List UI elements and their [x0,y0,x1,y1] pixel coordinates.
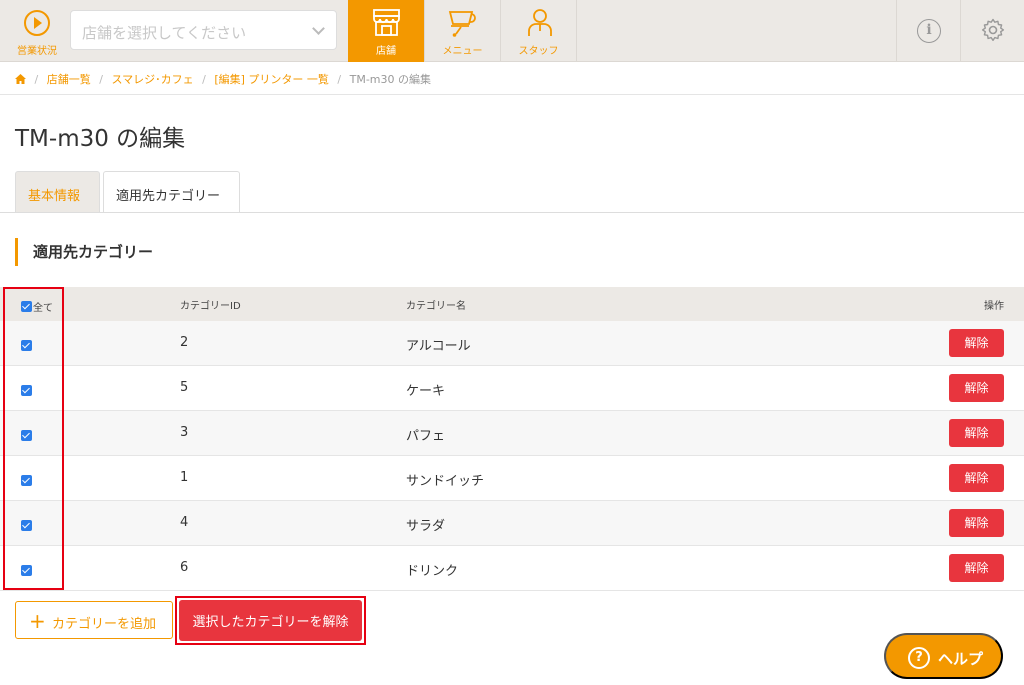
table-row: 5 ケーキ 解除 [0,366,1024,411]
release-button[interactable]: 解除 [949,329,1004,357]
row-category-name: サラダ [406,519,446,534]
breadcrumb-store-list[interactable]: 店舗一覧 [47,73,91,86]
row-category-name: アルコール [406,339,471,354]
help-button[interactable]: ? ヘルプ [884,633,1003,679]
divider [0,94,1024,95]
row-action: 解除 [949,509,1004,537]
staff-icon [528,9,552,36]
nav-item-menu[interactable]: メニュー [425,0,501,62]
plus-icon: + [29,609,46,633]
row-action: 解除 [949,419,1004,447]
highlight-checkbox-column [3,287,64,590]
nav-item-store-label: 店舗 [376,46,396,57]
add-category-label: カテゴリーを追加 [52,617,157,632]
row-category-id: 6 [180,560,189,575]
row-category-id: 3 [180,425,189,440]
breadcrumb-store[interactable]: スマレジ･カフェ [111,73,193,86]
add-category-button[interactable]: + カテゴリーを追加 [15,601,173,639]
row-category-id: 4 [180,515,189,530]
table-row: 6 ドリンク 解除 [0,546,1024,591]
breadcrumb-printer-list[interactable]: [編集] プリンター 一覧 [214,73,329,86]
nav-item-staff[interactable]: スタッフ [501,0,577,62]
nav-item-staff-label: スタッフ [518,46,559,57]
release-button[interactable]: 解除 [949,464,1004,492]
page-title: TM-m30 の編集 [15,126,186,152]
nav-sales-status[interactable]: 営業状況 [0,0,70,62]
tab-applied-categories[interactable]: 適用先カテゴリー [103,171,240,213]
release-button[interactable]: 解除 [949,419,1004,447]
store-select-placeholder: 店舗を選択してください [82,24,247,42]
question-icon: ? [908,647,930,669]
tab-basic-info[interactable]: 基本情報 [15,171,100,212]
category-table: 全て カテゴリーID カテゴリー名 操作 2 アルコール 解除 5 ケーキ 解除 3 パフェ解… [0,287,1024,591]
row-category-name: パフェ [406,429,446,444]
info-icon: i [917,19,941,43]
header-category-name: カテゴリー名 [406,301,466,312]
breadcrumb-current: TM-m30 の編集 [349,73,432,86]
header-operation: 操作 [984,301,1004,312]
store-select[interactable]: 店舗を選択してください [70,10,337,50]
row-category-id: 2 [180,335,189,350]
breadcrumb-separator: / [99,73,103,86]
table-row: 4 サラダ 解除 [0,501,1024,546]
row-action: 解除 [949,329,1004,357]
table-header: 全て カテゴリーID カテゴリー名 操作 [0,287,1024,321]
home-icon[interactable] [15,74,26,84]
release-button[interactable]: 解除 [949,374,1004,402]
breadcrumb: / 店舗一覧 / スマレジ･カフェ / [編集] プリンター 一覧 / TM-m… [15,71,431,87]
settings-button[interactable] [960,0,1024,62]
breadcrumb-separator: / [202,73,206,86]
top-navigation: 営業状況 店舗を選択してください 店舗 メニュー スタッフ i [0,0,1024,62]
cup-icon [448,11,476,37]
row-action: 解除 [949,374,1004,402]
info-button[interactable]: i [896,0,960,62]
tabs-divider [0,212,1024,213]
row-category-id: 1 [180,470,189,485]
chevron-down-icon [312,22,325,35]
row-category-name: サンドイッチ [406,474,485,489]
table-body: 2 アルコール 解除 5 ケーキ 解除 3 パフェ 解除 1 サンドイッチ 解除 4 サラダ 解除 6 ドリンク… [0,321,1024,591]
section-title: 適用先カテゴリー [15,238,153,266]
release-selected-button[interactable]: 選択したカテゴリーを解除 [179,600,362,641]
release-button[interactable]: 解除 [949,554,1004,582]
gear-icon [981,18,1005,41]
table-row: 1 サンドイッチ 解除 [0,456,1024,501]
release-button[interactable]: 解除 [949,509,1004,537]
nav-item-store[interactable]: 店舗 [348,0,425,62]
nav-sales-status-label: 営業状況 [17,46,57,57]
play-circle-icon [24,10,50,36]
row-action: 解除 [949,554,1004,582]
breadcrumb-separator: / [337,73,342,86]
row-action: 解除 [949,464,1004,492]
store-icon [373,9,400,36]
table-row: 3 パフェ 解除 [0,411,1024,456]
row-category-name: ドリンク [406,564,459,579]
header-category-id: カテゴリーID [180,301,241,312]
table-row: 2 アルコール 解除 [0,321,1024,366]
breadcrumb-separator: / [34,73,39,86]
help-label: ヘルプ [938,650,984,668]
nav-item-menu-label: メニュー [442,46,483,57]
row-category-id: 5 [180,380,189,395]
row-category-name: ケーキ [406,384,446,399]
